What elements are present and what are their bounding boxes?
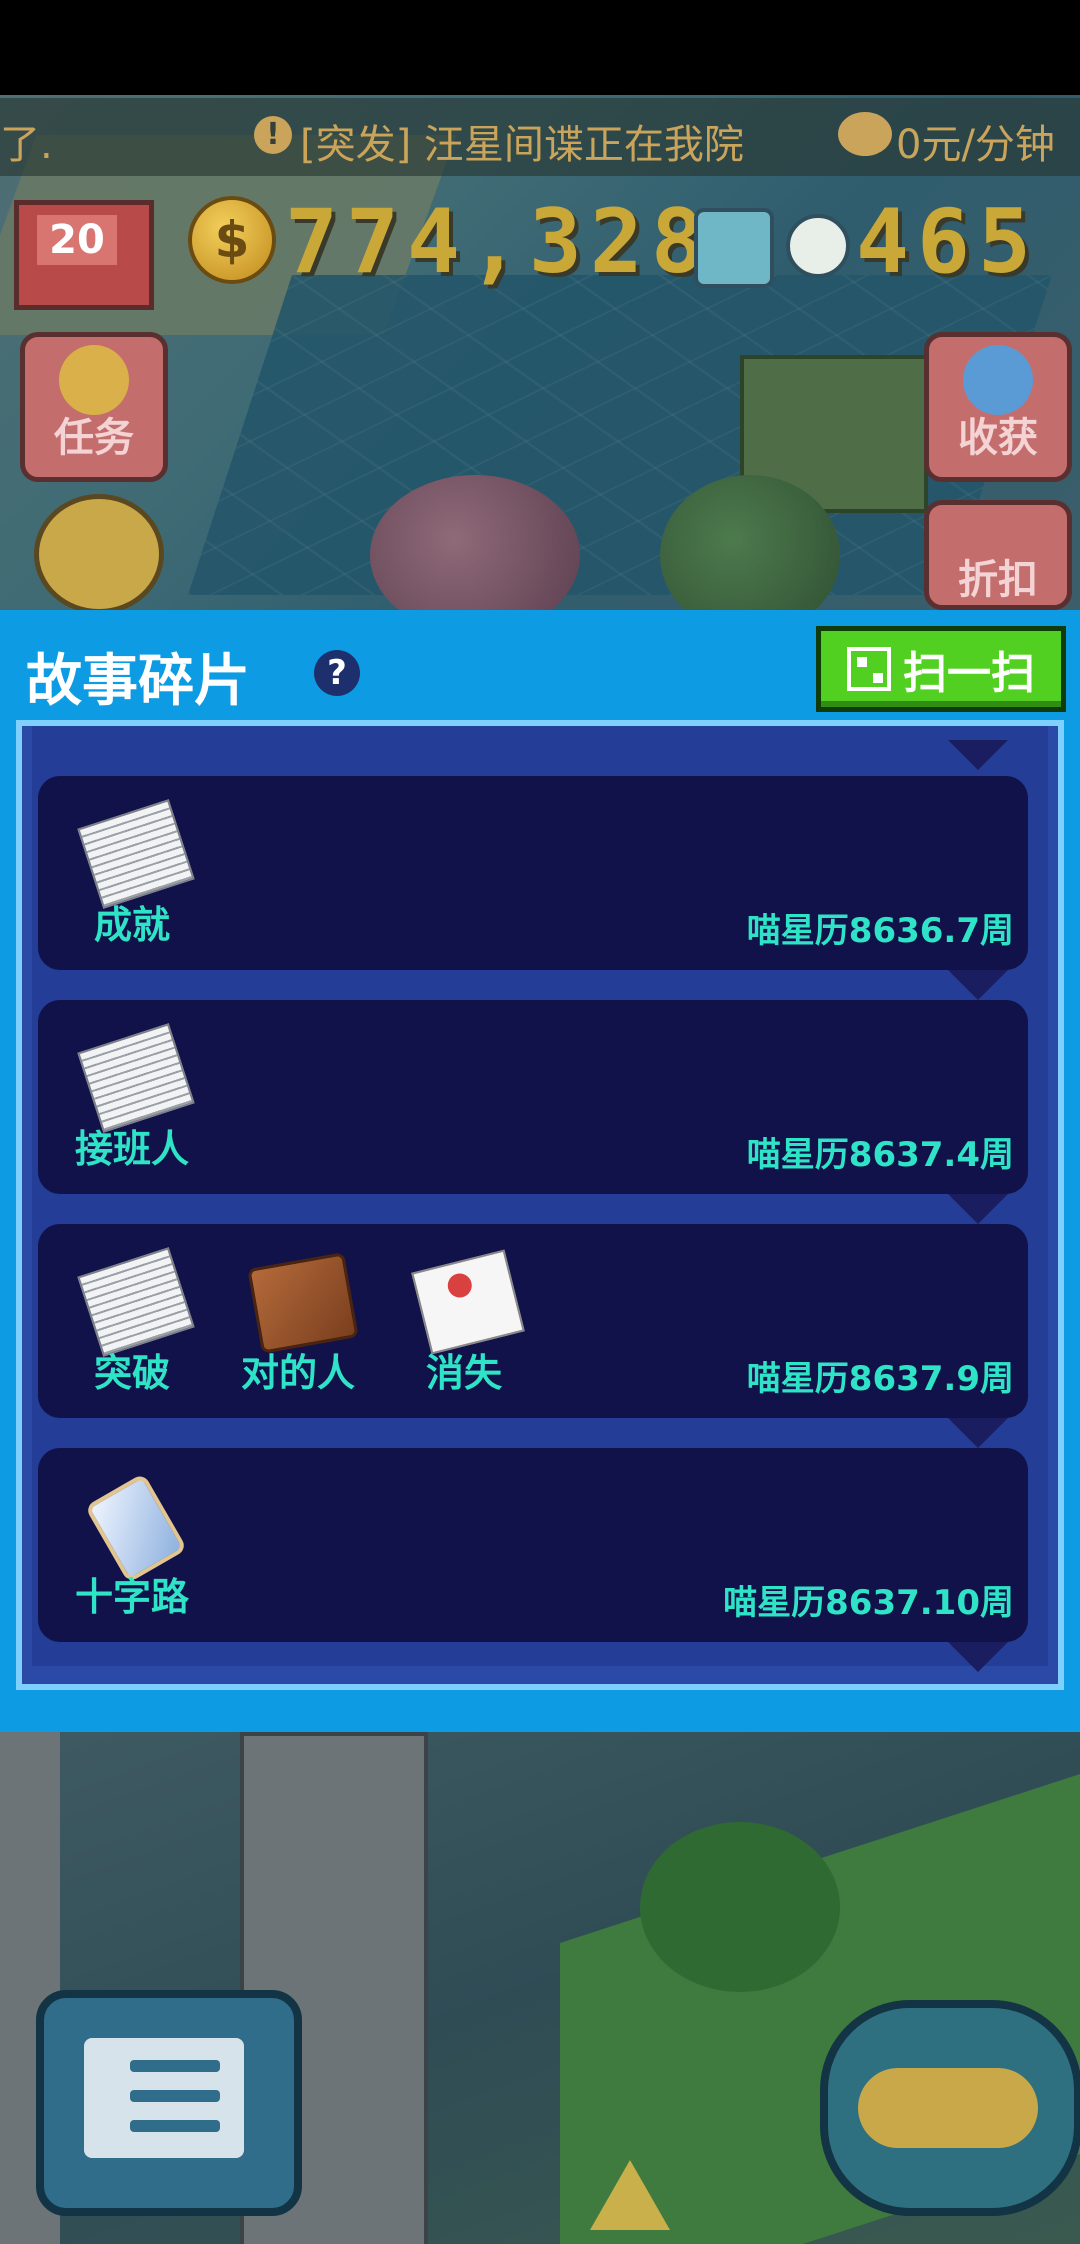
ticker-news: [突发] 汪星间谍正在我院	[300, 122, 744, 168]
tree	[640, 1822, 840, 1992]
status-bar	[0, 0, 1080, 95]
harvest-button[interactable]: 收获	[924, 332, 1072, 482]
discount-button[interactable]: 折扣	[924, 500, 1072, 610]
hint-bubble[interactable]	[34, 494, 164, 614]
fragment-name: 成就	[93, 903, 170, 947]
fragment-name: 对的人	[240, 1351, 355, 1395]
task-label: 任务	[54, 415, 134, 461]
scan-label: 扫一扫	[903, 648, 1035, 699]
level-flag[interactable]: 20	[14, 200, 154, 310]
fragment-name: 十字路	[74, 1575, 189, 1619]
fragment-date: 喵星历8637.4周	[746, 1135, 1014, 1175]
scan-button[interactable]: 扫一扫	[816, 626, 1066, 712]
fragment-entry[interactable]: 接班人 喵星历8637.4周	[38, 1000, 1028, 1194]
cat-energy-button[interactable]	[820, 2000, 1080, 2216]
letter-icon	[411, 1249, 525, 1355]
energy-bar	[858, 2068, 1038, 2148]
newspaper-icon	[77, 1023, 195, 1133]
panel-title: 故事碎片	[26, 649, 250, 714]
newspaper-icon	[77, 799, 195, 909]
task-button[interactable]: 任务	[20, 332, 168, 482]
wallet-icon	[247, 1252, 359, 1354]
news-ticker[interactable]: 了. ! [突发] 汪星间谍正在我院 0元/分钟	[0, 98, 1080, 176]
fragment-item[interactable]: 对的人	[228, 1246, 368, 1396]
help-icon[interactable]: ?	[314, 650, 360, 696]
fragment-entry[interactable]: 十字路 喵星历8637.10周	[38, 1448, 1028, 1642]
menu-button[interactable]	[36, 1990, 302, 2216]
fragment-name: 突破	[93, 1351, 170, 1395]
flower-icon	[786, 214, 850, 278]
qr-code-icon	[847, 647, 891, 691]
fragment-name: 接班人	[74, 1127, 189, 1171]
fragment-entry[interactable]: 突破 对的人 消失 喵星历8637.9周	[38, 1224, 1028, 1418]
gem-counter: 465	[856, 190, 1039, 293]
fish-icon[interactable]	[694, 208, 774, 288]
fragment-date: 喵星历8637.9周	[746, 1359, 1014, 1399]
alert-icon: !	[254, 116, 292, 154]
fragment-item[interactable]: 成就	[62, 798, 202, 948]
harvest-label: 收获	[958, 415, 1038, 461]
fragment-item[interactable]: 十字路	[62, 1470, 202, 1620]
coin-icon: $	[188, 196, 276, 284]
money-counter: 774,328	[285, 190, 712, 293]
ticker-fragment: 了.	[0, 122, 53, 168]
fragment-name: 消失	[425, 1351, 502, 1395]
fragment-item[interactable]: 消失	[394, 1246, 534, 1396]
fragment-entry[interactable]: 成就 喵星历8636.7周	[38, 776, 1028, 970]
income-rate: 0元/分钟	[896, 122, 1055, 168]
newspaper-icon	[77, 1247, 195, 1357]
fragment-item[interactable]: 接班人	[62, 1022, 202, 1172]
piggy-bank-icon	[838, 112, 892, 156]
fragment-item[interactable]: 突破	[62, 1246, 202, 1396]
discount-label: 折扣	[958, 557, 1038, 603]
fragment-date: 喵星历8636.7周	[746, 911, 1014, 951]
menu-list-icon	[84, 2038, 244, 2158]
fragment-date: 喵星历8637.10周	[723, 1583, 1014, 1623]
level-number: 20	[37, 215, 117, 265]
